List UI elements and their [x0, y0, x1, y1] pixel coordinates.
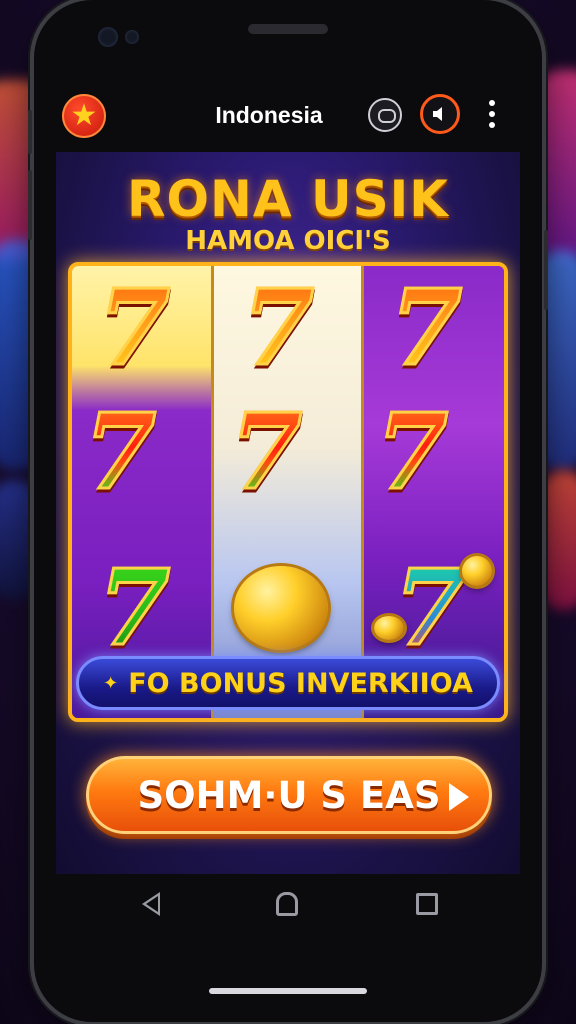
reel-left: 7 7 7 — [72, 266, 214, 718]
recents-square-icon[interactable] — [416, 893, 438, 915]
chat-bubble-icon[interactable] — [368, 98, 402, 132]
background-slot-machine-right — [541, 470, 576, 610]
volume-button — [28, 110, 32, 154]
reel-symbol: 7 — [392, 546, 467, 669]
speaker-icon[interactable] — [420, 94, 460, 134]
background-slot-machine-right — [536, 250, 576, 470]
reel-symbol: 7 — [228, 390, 303, 513]
home-indicator[interactable] — [209, 988, 367, 994]
game-screen: RONA USIK HAMOA OICI'S 7 7 7 7 7 7 7 7 ✦ — [56, 152, 520, 874]
back-triangle-icon[interactable] — [142, 892, 160, 916]
front-camera — [98, 27, 118, 47]
reel-right: 7 7 7 — [364, 266, 504, 718]
reel-symbol: 7 — [240, 266, 315, 389]
reel-symbol: 7 — [388, 266, 463, 389]
game-subtitle: HAMOA OICI'S — [185, 226, 391, 256]
reel-middle: 7 7 — [214, 266, 364, 718]
reel-symbol: 7 — [96, 266, 171, 389]
star-flag-icon[interactable]: ★ — [62, 94, 106, 138]
reel-symbol: 7 — [374, 390, 449, 513]
phone-frame: ★ Indonesia RONA USIK HAMOA OICI'S 7 7 7… — [28, 0, 548, 1022]
power-button — [544, 230, 548, 310]
play-arrow-icon — [449, 783, 469, 811]
background-slot-machine-right — [536, 70, 576, 260]
gold-coin-icon — [462, 556, 492, 586]
front-sensor — [125, 30, 139, 44]
game-title: RONA USIK — [127, 170, 449, 228]
reel-symbol: 7 — [96, 546, 171, 669]
slot-reels: 7 7 7 7 7 7 7 7 — [68, 262, 508, 722]
play-button[interactable]: SOHM·U S EAS — [86, 756, 492, 834]
home-icon[interactable] — [276, 892, 298, 916]
gold-coin-icon — [234, 566, 328, 650]
reel-symbol: 7 — [82, 390, 157, 513]
earpiece-speaker — [248, 24, 328, 34]
bonus-text: FO BONUS INVERKIIOA — [128, 667, 473, 699]
volume-button — [28, 170, 32, 240]
bonus-banner[interactable]: ✦ FO BONUS INVERKIIOA — [76, 656, 500, 710]
system-nav-bar — [34, 876, 542, 936]
app-bar: ★ Indonesia — [34, 82, 542, 150]
sparkle-icon: ✦ — [103, 672, 119, 694]
play-button-label: SOHM·U S EAS — [137, 773, 441, 817]
country-label: Indonesia — [215, 102, 323, 128]
gold-coin-icon — [374, 616, 404, 640]
more-vertical-icon[interactable] — [486, 100, 498, 130]
